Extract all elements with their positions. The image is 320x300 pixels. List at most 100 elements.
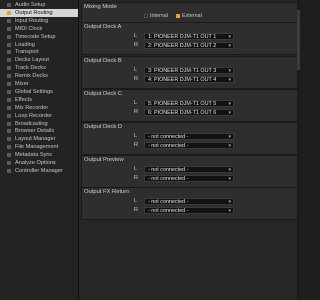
internal-mode-option[interactable]: Internal	[144, 13, 168, 19]
output-deck-a-section: Output Deck A L 1: PIONEER DJM-T1 OUT 1 ▾ R 2…	[81, 22, 299, 55]
square-marker-icon	[7, 97, 11, 102]
right-channel-label: R	[134, 76, 139, 82]
square-marker-icon	[7, 66, 11, 71]
sidebar-item-transport[interactable]: Transport	[0, 48, 78, 56]
sidebar-item-label: Input Routing	[15, 17, 49, 24]
select-value: 3: PIONEER DJM-T1 OUT 3	[148, 68, 217, 74]
output-deck-c-left-output-select[interactable]: 5: PIONEER DJM-T1 OUT 5 ▾	[144, 100, 234, 107]
output-deck-c-title: Output Deck C	[84, 91, 123, 97]
square-marker-icon	[7, 50, 11, 55]
sidebar-item-metadata-sync[interactable]: Metadata Sync	[0, 151, 78, 159]
sidebar-item-label: Decks Layout	[15, 57, 49, 64]
output-routing-panel: Mixing Mode Internal External Output Dec…	[79, 0, 300, 300]
output-preview-right-output-select[interactable]: - not connected - ▾	[144, 175, 234, 182]
right-channel-label: R	[134, 42, 139, 48]
sidebar-item-layout-manager[interactable]: Layout Manager	[0, 135, 78, 143]
chevron-down-icon: ▾	[228, 134, 231, 140]
chevron-down-icon: ▾	[228, 176, 231, 182]
square-marker-icon	[7, 161, 11, 165]
output-deck-d-right-output-select[interactable]: - not connected - ▾	[144, 142, 234, 149]
sidebar-item-label: Track Decks	[15, 65, 46, 72]
output-deck-b-left-output-select[interactable]: 3: PIONEER DJM-T1 OUT 3 ▾	[144, 67, 234, 74]
sidebar-item-track-decks[interactable]: Track Decks	[0, 64, 78, 72]
sidebar-item-label: File Management	[15, 144, 59, 151]
output-deck-c-right-output-select[interactable]: 6: PIONEER DJM-T1 OUT 6 ▾	[144, 109, 234, 116]
select-value: - not connected -	[148, 199, 189, 205]
chevron-down-icon: ▾	[228, 143, 231, 149]
select-value: - not connected -	[148, 143, 189, 149]
square-marker-icon	[7, 18, 11, 23]
sidebar-item-midi-clock[interactable]: MIDI Clock	[0, 25, 78, 33]
output-preview-left-output-select[interactable]: - not connected - ▾	[144, 166, 234, 173]
select-value: 1: PIONEER DJM-T1 OUT 1	[148, 34, 217, 40]
sidebar-item-analyze-options[interactable]: Analyze Options	[0, 159, 78, 167]
sidebar-item-label: Global Settings	[15, 88, 53, 95]
chevron-down-icon: ▾	[228, 34, 231, 40]
sidebar-item-label: Metadata Sync	[15, 152, 53, 159]
chevron-down-icon: ▾	[228, 208, 231, 214]
chevron-down-icon: ▾	[228, 43, 231, 49]
sidebar-item-label: Loop Recorder	[15, 112, 53, 119]
scrollbar-thumb[interactable]	[297, 10, 300, 70]
right-channel-label: R	[134, 109, 139, 115]
square-marker-icon	[7, 10, 11, 15]
chevron-down-icon: ▾	[228, 110, 231, 116]
output-deck-b-right-output-select[interactable]: 4: PIONEER DJM-T1 OUT 4 ▾	[144, 76, 234, 83]
mixing-mode-title: Mixing Mode	[84, 4, 117, 10]
sidebar-item-label: Output Routing	[15, 9, 53, 16]
chevron-down-icon: ▾	[228, 77, 231, 83]
sidebar-item-browser-details[interactable]: Browser Details	[0, 127, 78, 135]
sidebar-item-label: Effects	[15, 96, 32, 103]
sidebar-item-mix-recorder[interactable]: Mix Recorder	[0, 104, 78, 112]
square-marker-icon	[7, 58, 11, 63]
output-deck-a-right-output-select[interactable]: 2: PIONEER DJM-T1 OUT 2 ▾	[144, 42, 234, 49]
sidebar-item-label: Controller Manager	[15, 167, 63, 174]
sidebar-item-label: MIDI Clock	[15, 25, 43, 32]
select-value: 4: PIONEER DJM-T1 OUT 4	[148, 77, 217, 83]
output-deck-a-left-output-select[interactable]: 1: PIONEER DJM-T1 OUT 1 ▾	[144, 33, 234, 40]
sidebar-item-global-settings[interactable]: Global Settings	[0, 88, 78, 96]
output-fx-return-left-output-select[interactable]: - not connected - ▾	[144, 198, 234, 205]
square-marker-icon	[7, 129, 11, 134]
output-deck-d-section: Output Deck D L - not connected - ▾ R - not c…	[81, 122, 299, 155]
chevron-down-icon: ▾	[228, 199, 231, 205]
square-marker-icon	[7, 113, 11, 118]
sidebar-item-label: Browser Details	[15, 128, 55, 135]
sidebar-item-mixer[interactable]: Mixer	[0, 80, 78, 88]
right-channel-label: R	[134, 175, 139, 181]
left-channel-label: L	[134, 133, 138, 139]
output-deck-d-title: Output Deck D	[84, 124, 123, 130]
sidebar-item-effects[interactable]: Effects	[0, 96, 78, 104]
sidebar-item-label: Audio Setup	[15, 2, 46, 8]
sidebar-item-remix-decks[interactable]: Remix Decks	[0, 72, 78, 80]
external-mode-label: External	[182, 13, 202, 19]
square-marker-icon	[7, 153, 11, 158]
right-channel-label: R	[134, 142, 139, 148]
square-marker-icon	[7, 42, 11, 47]
output-deck-d-left-output-select[interactable]: - not connected - ▾	[144, 133, 234, 140]
sidebar-item-file-management[interactable]: File Management	[0, 143, 78, 151]
sidebar-item-label: Loading	[15, 41, 35, 48]
square-marker-icon	[7, 34, 11, 39]
select-value: 5: PIONEER DJM-T1 OUT 5	[148, 101, 217, 107]
scrollbar[interactable]	[297, 0, 300, 300]
sidebar-item-loop-recorder[interactable]: Loop Recorder	[0, 112, 78, 120]
sidebar-item-decks-layout[interactable]: Decks Layout	[0, 56, 78, 64]
sidebar-item-loading[interactable]: Loading	[0, 41, 78, 49]
square-marker-icon	[7, 105, 11, 110]
chevron-down-icon: ▾	[228, 101, 231, 107]
output-fx-return-right-output-select[interactable]: - not connected - ▾	[144, 207, 234, 214]
external-radio-icon	[176, 13, 180, 18]
preferences-sidebar: Audio Setup Output Routing Input Routing MI…	[0, 0, 79, 300]
output-deck-c-section: Output Deck C L 5: PIONEER DJM-T1 OUT 5 ▾ R 6…	[81, 89, 299, 122]
sidebar-item-output-routing[interactable]: Output Routing	[0, 8, 78, 17]
external-mode-option[interactable]: External	[176, 13, 202, 19]
internal-mode-label: Internal	[150, 13, 168, 19]
sidebar-item-broadcasting[interactable]: Broadcasting	[0, 120, 78, 128]
sidebar-item-timecode-setup[interactable]: Timecode Setup	[0, 33, 78, 41]
sidebar-item-input-routing[interactable]: Input Routing	[0, 17, 78, 25]
preferences-window: Audio Setup Output Routing Input Routing MI…	[0, 0, 300, 300]
output-fx-return-title: Output FX Return	[84, 189, 130, 195]
sidebar-item-audio-setup[interactable]: Audio Setup	[0, 1, 78, 9]
sidebar-item-controller-manager[interactable]: Controller Manager	[0, 167, 78, 175]
